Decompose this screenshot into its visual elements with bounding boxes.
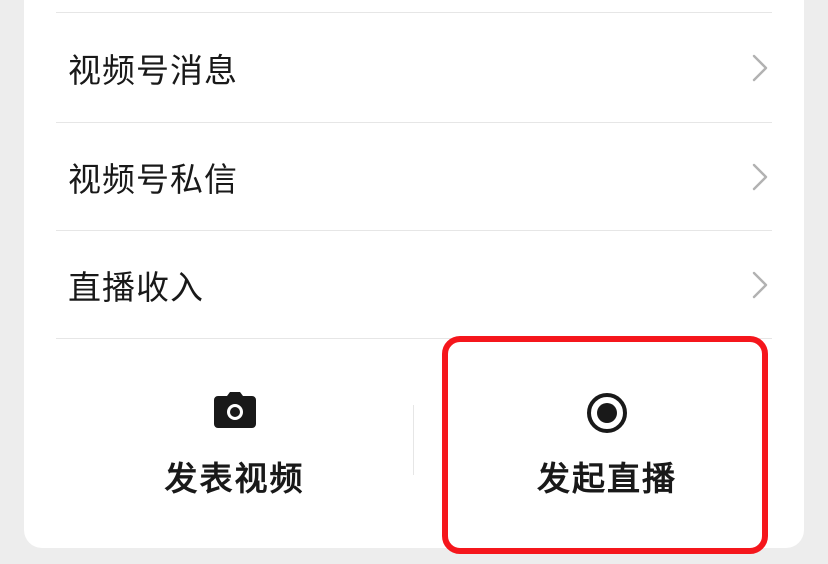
record-icon (587, 393, 627, 433)
divider-top (56, 12, 772, 13)
post-video-label: 发表视频 (164, 459, 305, 498)
chevron-right-icon (752, 163, 768, 191)
start-live-label: 发起直播 (537, 459, 677, 498)
menu-item-channels-private-messages[interactable]: 视频号私信 (56, 122, 772, 231)
chevron-right-icon (752, 271, 768, 299)
start-live-button[interactable]: 发起直播 (414, 358, 800, 558)
chevron-right-icon (752, 54, 768, 82)
menu-item-label: 直播收入 (68, 268, 204, 307)
post-video-button[interactable]: 发表视频 (56, 358, 413, 558)
menu-item-channels-messages[interactable]: 视频号消息 (56, 14, 772, 122)
camera-icon (213, 392, 256, 428)
divider-bottom (56, 338, 772, 339)
menu-item-label: 视频号消息 (68, 51, 238, 90)
menu-item-live-income[interactable]: 直播收入 (56, 230, 772, 339)
menu-item-label: 视频号私信 (68, 160, 238, 199)
